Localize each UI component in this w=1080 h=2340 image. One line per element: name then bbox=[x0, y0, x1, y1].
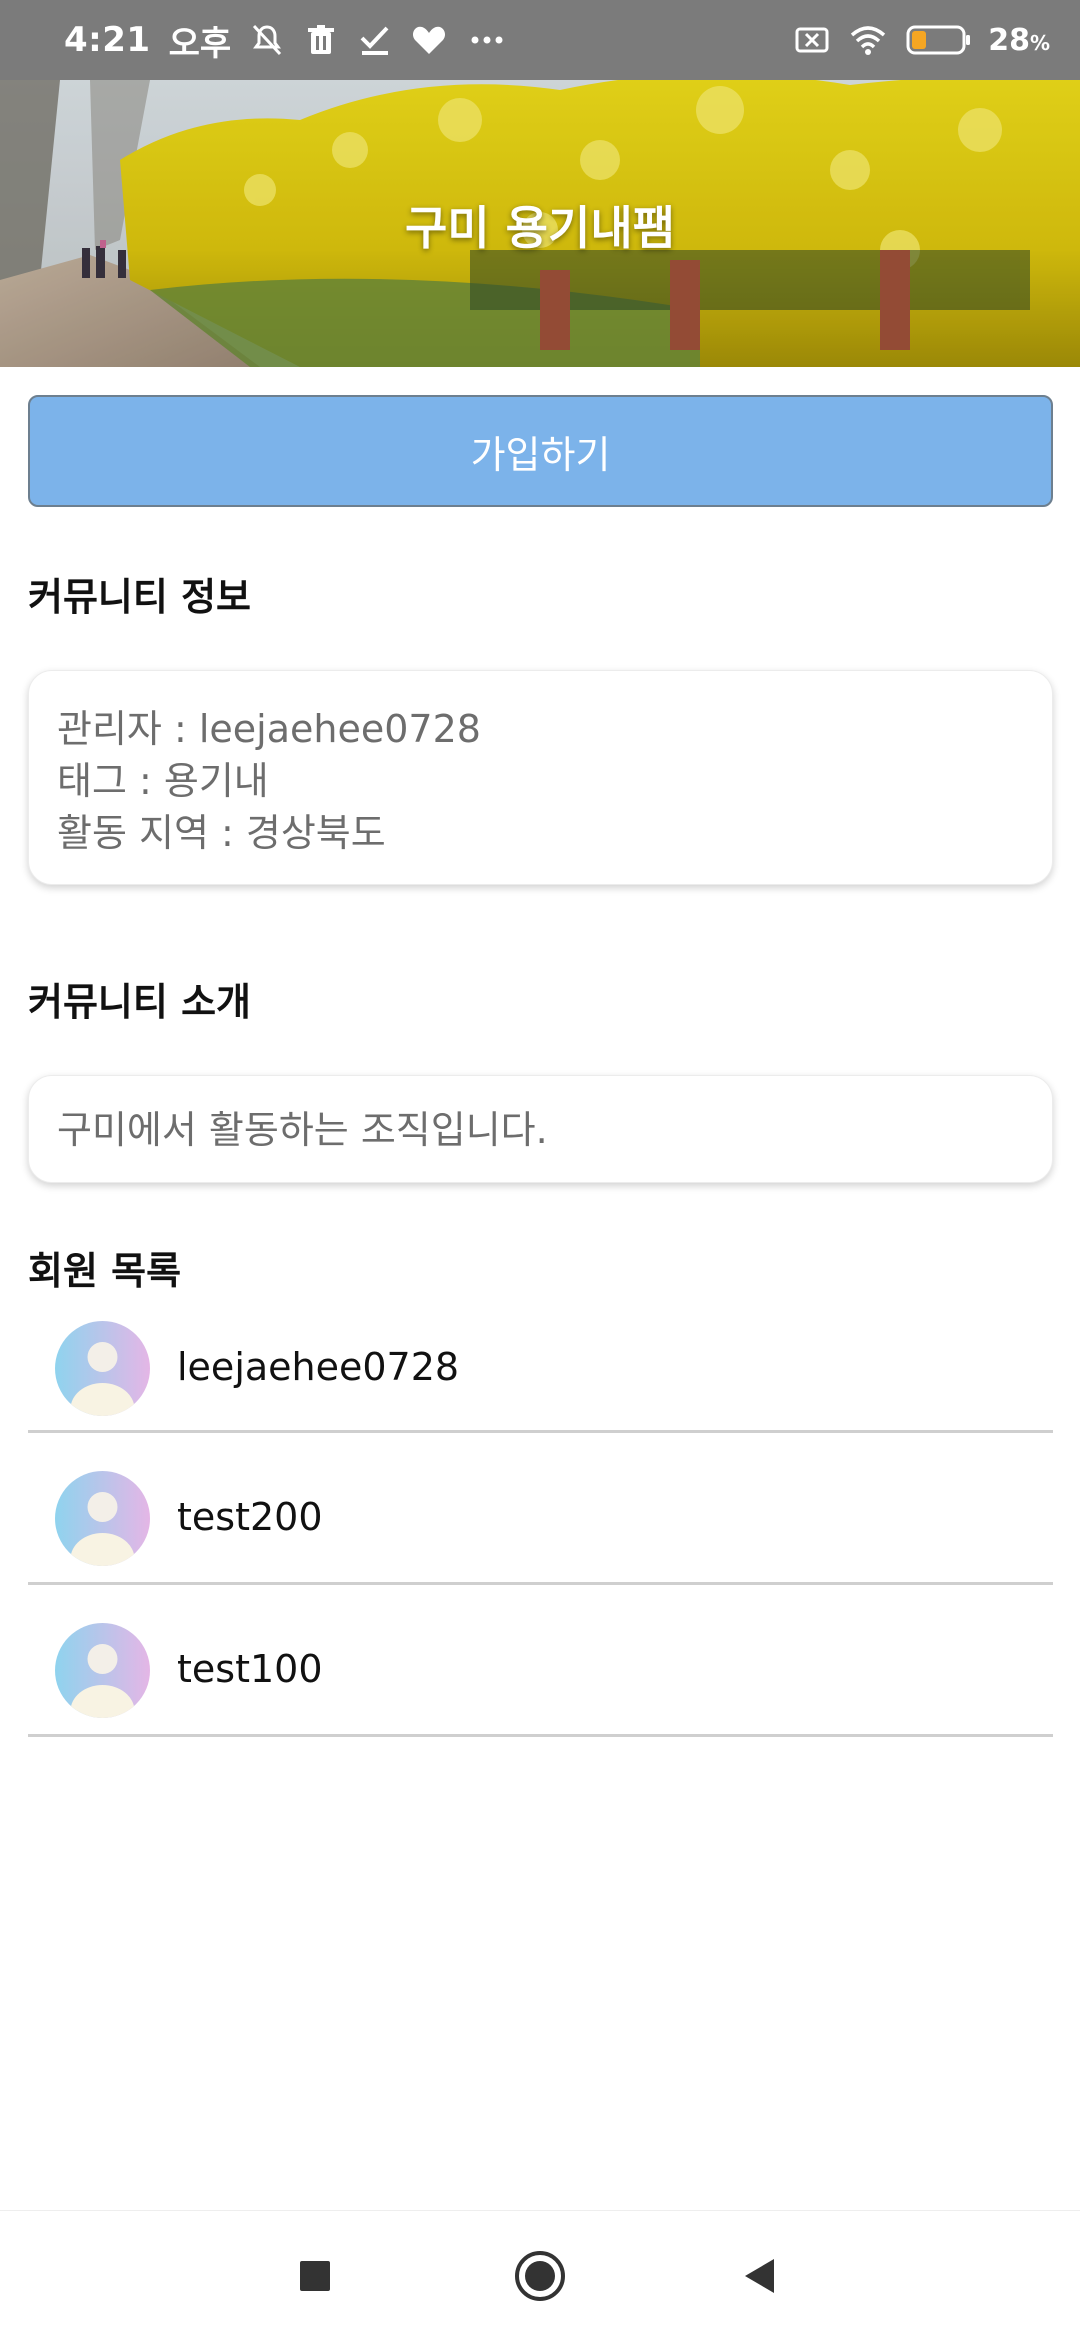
join-button[interactable]: 가입하기 bbox=[28, 395, 1053, 507]
recents-button[interactable] bbox=[255, 2211, 375, 2340]
info-tag: 태그 : 용기내 bbox=[57, 759, 269, 803]
check-icon bbox=[360, 26, 389, 55]
community-info-heading: 커뮤니티 정보 bbox=[28, 575, 251, 619]
battery-icon bbox=[906, 25, 971, 55]
page-title: 구미 용기내팸 bbox=[405, 201, 675, 255]
avatar bbox=[55, 1623, 150, 1718]
user-avatar-icon bbox=[55, 1623, 150, 1718]
avatar bbox=[55, 1321, 150, 1416]
info-region: 활동 지역 : 경상북도 bbox=[57, 811, 386, 855]
trash-icon bbox=[308, 25, 335, 54]
avatar bbox=[55, 1471, 150, 1566]
heart-icon bbox=[413, 26, 446, 54]
status-time: 4:21 bbox=[64, 20, 151, 60]
member-name: leejaehee0728 bbox=[177, 1345, 460, 1389]
member-row[interactable]: test100 bbox=[28, 1585, 1053, 1737]
member-name: test100 bbox=[177, 1647, 323, 1691]
status-left: 4:21 오후 bbox=[64, 0, 509, 80]
info-admin: 관리자 : leejaehee0728 bbox=[57, 707, 481, 751]
member-name: test200 bbox=[177, 1495, 323, 1539]
status-ampm: 오후 bbox=[168, 23, 232, 64]
navigation-bar bbox=[0, 2210, 1080, 2340]
intro-text: 구미에서 활동하는 조직입니다. bbox=[57, 1108, 548, 1152]
recents-square-icon bbox=[300, 2261, 330, 2291]
back-triangle-icon bbox=[745, 2259, 774, 2293]
community-intro-card: 구미에서 활동하는 조직입니다. bbox=[28, 1075, 1053, 1183]
header-banner: 구미 용기내팸 bbox=[0, 80, 1080, 367]
member-row[interactable]: leejaehee0728 bbox=[28, 1283, 1053, 1433]
wifi-icon bbox=[851, 26, 886, 55]
more-icon bbox=[471, 36, 503, 44]
battery-percent: 28% bbox=[988, 22, 1050, 58]
notifications-off-icon bbox=[253, 24, 282, 56]
user-avatar-icon bbox=[55, 1321, 150, 1416]
community-info-card: 관리자 : leejaehee0728 태그 : 용기내 활동 지역 : 경상북… bbox=[28, 670, 1053, 885]
sim-off-icon bbox=[795, 27, 829, 53]
user-avatar-icon bbox=[55, 1471, 150, 1566]
status-bar: 4:21 오후 28% bbox=[0, 0, 1080, 80]
back-button[interactable] bbox=[700, 2211, 820, 2340]
status-right: 28% bbox=[794, 0, 1050, 80]
home-button[interactable] bbox=[480, 2211, 600, 2340]
home-circle-icon bbox=[515, 2251, 565, 2301]
member-row[interactable]: test200 bbox=[28, 1433, 1053, 1585]
community-intro-heading: 커뮤니티 소개 bbox=[28, 980, 251, 1024]
